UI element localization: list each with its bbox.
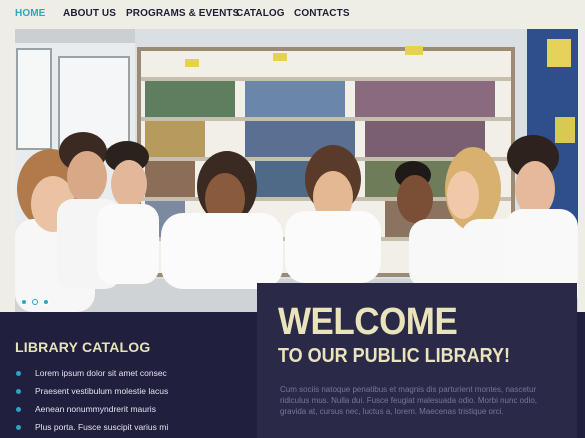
welcome-panel: WELCOME TO OUR PUBLIC LIBRARY! Cum socii… — [257, 283, 577, 438]
catalog-item-label: Praesent vestibulum molestie lacus — [35, 386, 169, 396]
catalog-item[interactable]: Lorem ipsum dolor sit amet consec — [15, 368, 168, 386]
bullet-icon — [16, 371, 21, 376]
hero-slider[interactable] — [15, 29, 578, 312]
slider-dot-1[interactable] — [21, 299, 27, 305]
nav-programs-events[interactable]: PROGRAMS & EVENTS — [126, 8, 239, 19]
bullet-icon — [16, 389, 21, 394]
catalog-item-label: Aenean nonummyndrerit mauris — [35, 404, 156, 414]
catalog-item[interactable]: Aenean nonummyndrerit mauris — [15, 404, 168, 422]
bullet-icon — [16, 407, 21, 412]
slider-dot-2[interactable] — [32, 299, 38, 305]
catalog-list: Lorem ipsum dolor sit amet consec Praese… — [15, 368, 168, 438]
welcome-subtitle: TO OUR PUBLIC LIBRARY! — [278, 345, 511, 367]
catalog-title: LIBRARY CATALOG — [15, 339, 151, 355]
nav-about-us[interactable]: ABOUT US — [63, 8, 116, 19]
catalog-item[interactable]: Plus porta. Fusce suscipit varius mi — [15, 422, 168, 438]
welcome-title: WELCOME — [278, 301, 458, 343]
nav-contacts[interactable]: CONTACTS — [294, 8, 350, 19]
nav-home[interactable]: HOME — [15, 8, 45, 19]
catalog-item-label: Plus porta. Fusce suscipit varius mi — [35, 422, 169, 432]
welcome-text: Cum sociis natoque penatibus et magnis d… — [280, 385, 538, 416]
bullet-icon — [16, 425, 21, 430]
nav-catalog[interactable]: CATALOG — [236, 8, 285, 19]
slider-dot-3[interactable] — [43, 299, 49, 305]
main-nav: HOME ABOUT US PROGRAMS & EVENTS CATALOG … — [0, 0, 585, 28]
page: HOME ABOUT US PROGRAMS & EVENTS CATALOG … — [0, 0, 585, 438]
catalog-item[interactable]: Praesent vestibulum molestie lacus — [15, 386, 168, 404]
catalog-item-label: Lorem ipsum dolor sit amet consec — [35, 368, 167, 378]
hero-photo — [15, 29, 578, 312]
slider-dots — [21, 299, 49, 305]
